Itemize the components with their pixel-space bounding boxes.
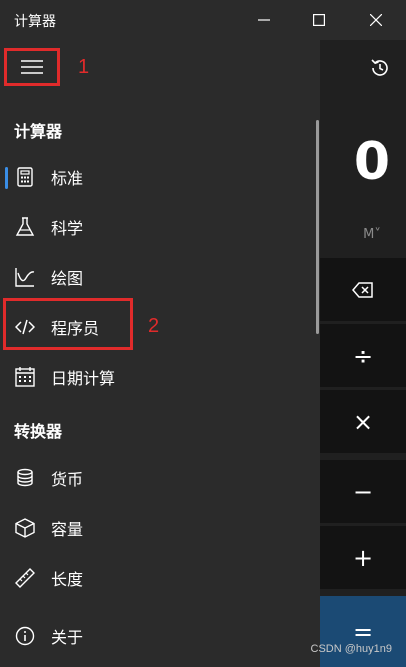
backspace-button[interactable] [320,258,406,321]
result-display: 0 [353,132,390,192]
nav-item-currency[interactable]: 货币 [0,456,316,500]
minimize-button[interactable] [234,0,294,40]
section-header-calculator: 计算器 [14,122,63,141]
watermark: CSDN @huy1n9 [310,643,392,655]
close-icon [370,14,382,26]
annotation-highlight-box [3,298,133,350]
hamburger-icon [21,60,43,74]
maximize-button[interactable] [289,0,349,40]
plus-button[interactable]: + [320,526,406,589]
section-header-converter: 转换器 [14,422,63,441]
about-footer: 关于 [0,606,320,667]
cube-icon [14,517,36,539]
equals-button[interactable]: = [320,596,406,667]
ruler-icon [14,567,36,589]
backspace-icon [352,281,373,298]
nav-item-label: 长度 [51,570,84,589]
nav-item-label: 关于 [51,628,84,647]
calendar-icon [14,366,36,388]
flask-icon [14,216,36,238]
divide-button[interactable]: ÷ [320,324,406,387]
nav-item-label: 货币 [51,470,84,489]
app-title: 计算器 [14,14,56,30]
standard-calculator-icon [14,166,36,188]
nav-item-scientific[interactable]: 科学 [0,205,316,249]
nav-item-label: 容量 [51,520,84,539]
memory-button[interactable]: M˅ [352,224,392,246]
minimize-icon [258,19,270,21]
nav-item-label: 日期计算 [51,369,116,388]
annotation-marker-2: 2 [148,315,160,337]
hamburger-menu-button[interactable] [4,48,60,86]
nav-item-label: 科学 [51,219,84,238]
maximize-icon [313,14,325,26]
title-bar: 计算器 [0,0,406,40]
history-button[interactable] [364,52,396,84]
nav-item-length[interactable]: 长度 [0,556,316,600]
graph-icon [14,266,36,288]
navigation-pane: 1 计算器 标准 科学 绘图 程序员 2 日期计算 转换器 货币 容量 长度 关… [0,40,320,667]
nav-scrollbar[interactable] [316,120,319,334]
coins-icon [14,467,36,489]
nav-item-standard[interactable]: 标准 [0,155,316,199]
nav-item-label: 标准 [51,169,84,188]
nav-item-graphing[interactable]: 绘图 [0,255,316,299]
nav-item-volume[interactable]: 容量 [0,506,316,550]
minus-button[interactable]: − [320,460,406,523]
nav-item-about[interactable]: 关于 [0,614,316,658]
info-icon [14,625,36,647]
history-icon [371,59,388,76]
annotation-marker-1: 1 [78,56,90,78]
selection-indicator [5,167,8,189]
nav-item-date-calculation[interactable]: 日期计算 [0,355,316,399]
multiply-button[interactable]: × [320,390,406,453]
close-button[interactable] [346,0,406,40]
nav-item-label: 绘图 [51,269,84,288]
